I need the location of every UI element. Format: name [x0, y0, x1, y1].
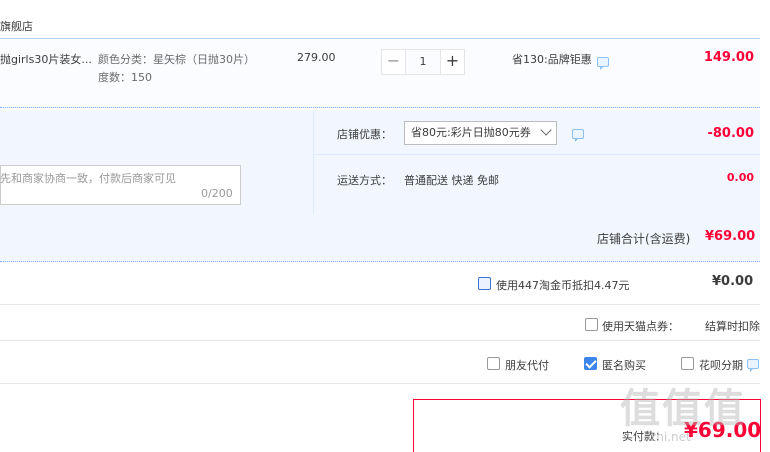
coins-label: 使用447淘金币抵扣4.47元 [496, 279, 630, 292]
item-total: 149.00 [703, 50, 754, 65]
friend-pay-label: 朋友代付 [505, 359, 549, 372]
shop-coupon-selected: 省80元:彩片日抛80元券 [411, 126, 531, 139]
buyer-message-placeholder: 先和商家协商一致，付款后商家可见 [0, 172, 176, 185]
item-title[interactable]: 抛girls30片装女... [0, 51, 92, 67]
anonymous-checkbox[interactable] [584, 357, 597, 370]
watermark-site: zhi.net [650, 430, 691, 444]
watermark-logo: 值值值 [620, 386, 746, 432]
tmall-points-checkbox[interactable] [585, 318, 598, 331]
tmall-points-value: 结算时扣除 [705, 320, 760, 333]
quantity-increase-button[interactable]: + [440, 49, 465, 75]
anonymous-label: 匿名购买 [602, 359, 646, 372]
chat-icon[interactable] [597, 57, 609, 70]
shipping-amount: 0.00 [726, 171, 754, 184]
item-unit-price: 279.00 [297, 51, 336, 64]
buyer-message-count: 0/200 [201, 187, 233, 200]
shop-coupon-label: 店铺优惠： [337, 128, 392, 141]
huabei-label: 花呗分期 [699, 359, 743, 372]
divider [314, 154, 760, 155]
coins-amount: ¥0.00 [712, 274, 754, 289]
item-sku-degree: 度数：150 [98, 71, 152, 84]
shop-coupon-select[interactable]: 省80元:彩片日抛80元券 [404, 121, 557, 145]
chat-icon[interactable] [572, 129, 584, 142]
quantity-input[interactable]: 1 [406, 49, 440, 75]
chevron-down-icon [540, 124, 552, 136]
quantity-decrease-button[interactable]: − [381, 49, 406, 75]
tmall-points-label: 使用天猫点券： [602, 320, 679, 333]
item-sku-color: 颜色分类：星矢棕（日抛30片） [98, 53, 255, 66]
quantity-stepper: − 1 + [381, 49, 465, 75]
coins-checkbox[interactable] [478, 277, 491, 290]
divider [0, 304, 760, 305]
shop-name[interactable]: 旗舰店 [0, 18, 33, 34]
friend-pay-checkbox[interactable] [487, 357, 500, 370]
divider [0, 340, 760, 341]
item-promo: 省130:品牌钜惠 [512, 53, 592, 66]
chat-icon[interactable] [747, 359, 759, 372]
shop-subtotal-amount: ¥69.00 [705, 229, 756, 244]
huabei-checkbox[interactable] [681, 357, 694, 370]
shipping-method: 普通配送 快递 免邮 [404, 174, 499, 187]
shop-subtotal-label: 店铺合计(含运费) [597, 232, 691, 246]
shop-coupon-amount: -80.00 [707, 126, 754, 141]
shipping-label: 运送方式： [337, 174, 392, 187]
